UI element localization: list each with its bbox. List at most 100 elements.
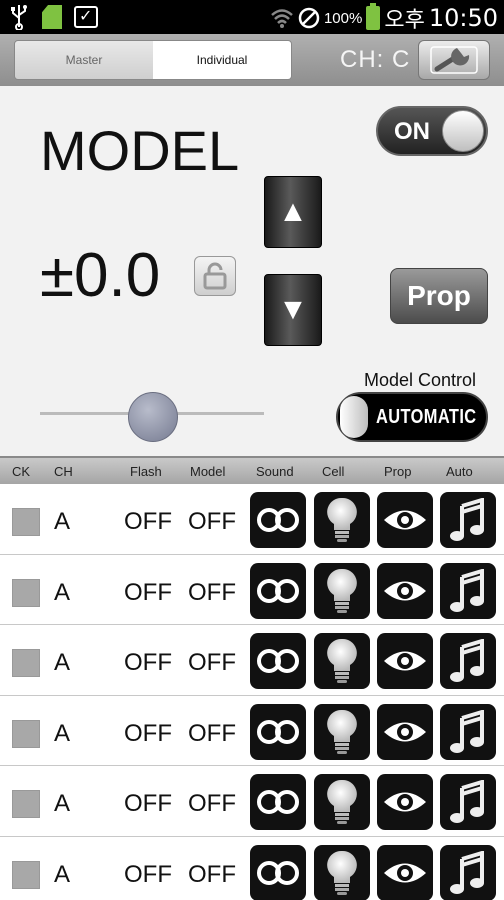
cell-button[interactable]	[314, 562, 370, 619]
sd-card-icon	[42, 5, 62, 29]
row-model: OFF	[188, 578, 236, 606]
increase-button[interactable]: ▲	[264, 176, 322, 248]
music-note-icon	[450, 780, 484, 823]
light-bulb-icon	[327, 709, 357, 754]
column-header-cell: Cell	[322, 464, 345, 479]
sound-button[interactable]	[250, 562, 306, 619]
row-channel: A	[54, 508, 71, 535]
sound-icon	[257, 719, 299, 744]
column-header-flash: Flash	[130, 464, 162, 479]
tab-individual[interactable]: Individual	[153, 41, 291, 79]
sound-icon	[257, 508, 299, 532]
cell-button[interactable]	[314, 703, 370, 760]
light-bulb-icon	[327, 850, 357, 895]
tab-bar: Master Individual CH: C	[0, 34, 504, 86]
eye-icon	[384, 863, 426, 882]
row-model: OFF	[188, 649, 236, 676]
lock-button[interactable]	[194, 256, 236, 296]
model-control-value: AUTOMATIC	[376, 406, 477, 428]
row-channel: A	[54, 790, 71, 817]
sound-icon	[257, 860, 299, 885]
auto-music-button[interactable]	[440, 844, 496, 900]
table-row: A OFF OFF	[0, 695, 504, 766]
cell-button[interactable]	[314, 774, 370, 830]
sound-button[interactable]	[250, 844, 306, 900]
row-channel: A	[54, 719, 71, 747]
row-channel: A	[54, 649, 71, 676]
music-note-icon	[450, 709, 484, 753]
model-value: ±0.0	[40, 241, 161, 310]
row-checkbox[interactable]	[12, 719, 40, 748]
row-checkbox[interactable]	[12, 649, 40, 677]
eye-icon	[384, 651, 426, 671]
row-model: OFF	[188, 719, 236, 747]
auto-music-button[interactable]	[440, 703, 496, 760]
row-checkbox[interactable]	[12, 790, 40, 818]
sound-button[interactable]	[250, 774, 306, 830]
table-row: A OFF OFF	[0, 766, 504, 837]
row-channel: A	[54, 860, 71, 888]
music-note-icon	[450, 850, 484, 894]
sound-icon	[257, 578, 299, 603]
column-header-ch: CH	[54, 464, 73, 479]
row-checkbox[interactable]	[12, 508, 40, 536]
column-header-model: Model	[190, 464, 226, 479]
model-control-label: Model Control	[364, 370, 477, 390]
settings-button[interactable]	[418, 40, 490, 80]
mode-segmented-control: Master Individual	[14, 40, 292, 80]
sound-button[interactable]	[250, 633, 306, 689]
model-control-toggle[interactable]: AUTOMATIC	[336, 392, 488, 442]
arrow-down-icon: ▼	[278, 293, 308, 326]
cell-button[interactable]	[314, 844, 370, 900]
prop-eye-button[interactable]	[377, 562, 433, 619]
eye-icon	[384, 510, 426, 530]
model-slider-thumb[interactable]	[128, 392, 178, 442]
table-header: CK CH Flash Model Sound Cell Prop Auto	[0, 458, 504, 484]
light-bulb-icon	[327, 568, 357, 613]
row-model: OFF	[188, 790, 236, 817]
prop-button[interactable]: Prop	[390, 268, 488, 324]
auto-music-button[interactable]	[440, 492, 496, 548]
table-row: A OFF OFF	[0, 625, 504, 696]
arrow-up-icon: ▲	[278, 195, 308, 228]
prop-eye-button[interactable]	[377, 774, 433, 830]
row-checkbox[interactable]	[12, 578, 40, 607]
panel-title: MODEL	[40, 119, 240, 182]
sound-icon	[257, 790, 299, 814]
battery-icon	[366, 3, 381, 30]
notification-icons	[8, 4, 98, 30]
sound-button[interactable]	[250, 492, 306, 548]
music-note-icon	[450, 498, 484, 541]
row-flash: OFF	[124, 719, 172, 747]
status-bar: 100% 오후 10:50	[0, 0, 504, 34]
wrench-icon	[430, 46, 478, 74]
row-channel: A	[54, 578, 71, 606]
row-flash: OFF	[124, 790, 172, 817]
tab-master[interactable]: Master	[15, 41, 153, 79]
prop-eye-button[interactable]	[377, 703, 433, 760]
unlock-icon	[203, 262, 227, 290]
prop-eye-button[interactable]	[377, 633, 433, 689]
auto-music-button[interactable]	[440, 774, 496, 830]
sound-icon	[257, 649, 299, 673]
sound-button[interactable]	[250, 703, 306, 760]
column-header-prop: Prop	[384, 464, 412, 479]
row-checkbox[interactable]	[12, 860, 40, 889]
power-toggle[interactable]: ON	[376, 106, 488, 156]
prop-eye-button[interactable]	[377, 844, 433, 900]
row-flash: OFF	[124, 649, 172, 676]
do-not-disturb-icon	[298, 7, 320, 29]
auto-music-button[interactable]	[440, 633, 496, 689]
column-header-ck: CK	[12, 464, 31, 479]
cell-button[interactable]	[314, 492, 370, 548]
table-row: A OFF OFF	[0, 554, 504, 625]
usb-icon	[11, 5, 27, 30]
cell-button[interactable]	[314, 633, 370, 689]
decrease-button[interactable]: ▼	[264, 274, 322, 346]
prop-eye-button[interactable]	[377, 492, 433, 548]
column-header-auto: Auto	[446, 464, 473, 479]
eye-icon	[384, 581, 426, 600]
row-flash: OFF	[124, 508, 172, 535]
eye-icon	[384, 722, 426, 741]
auto-music-button[interactable]	[440, 562, 496, 619]
